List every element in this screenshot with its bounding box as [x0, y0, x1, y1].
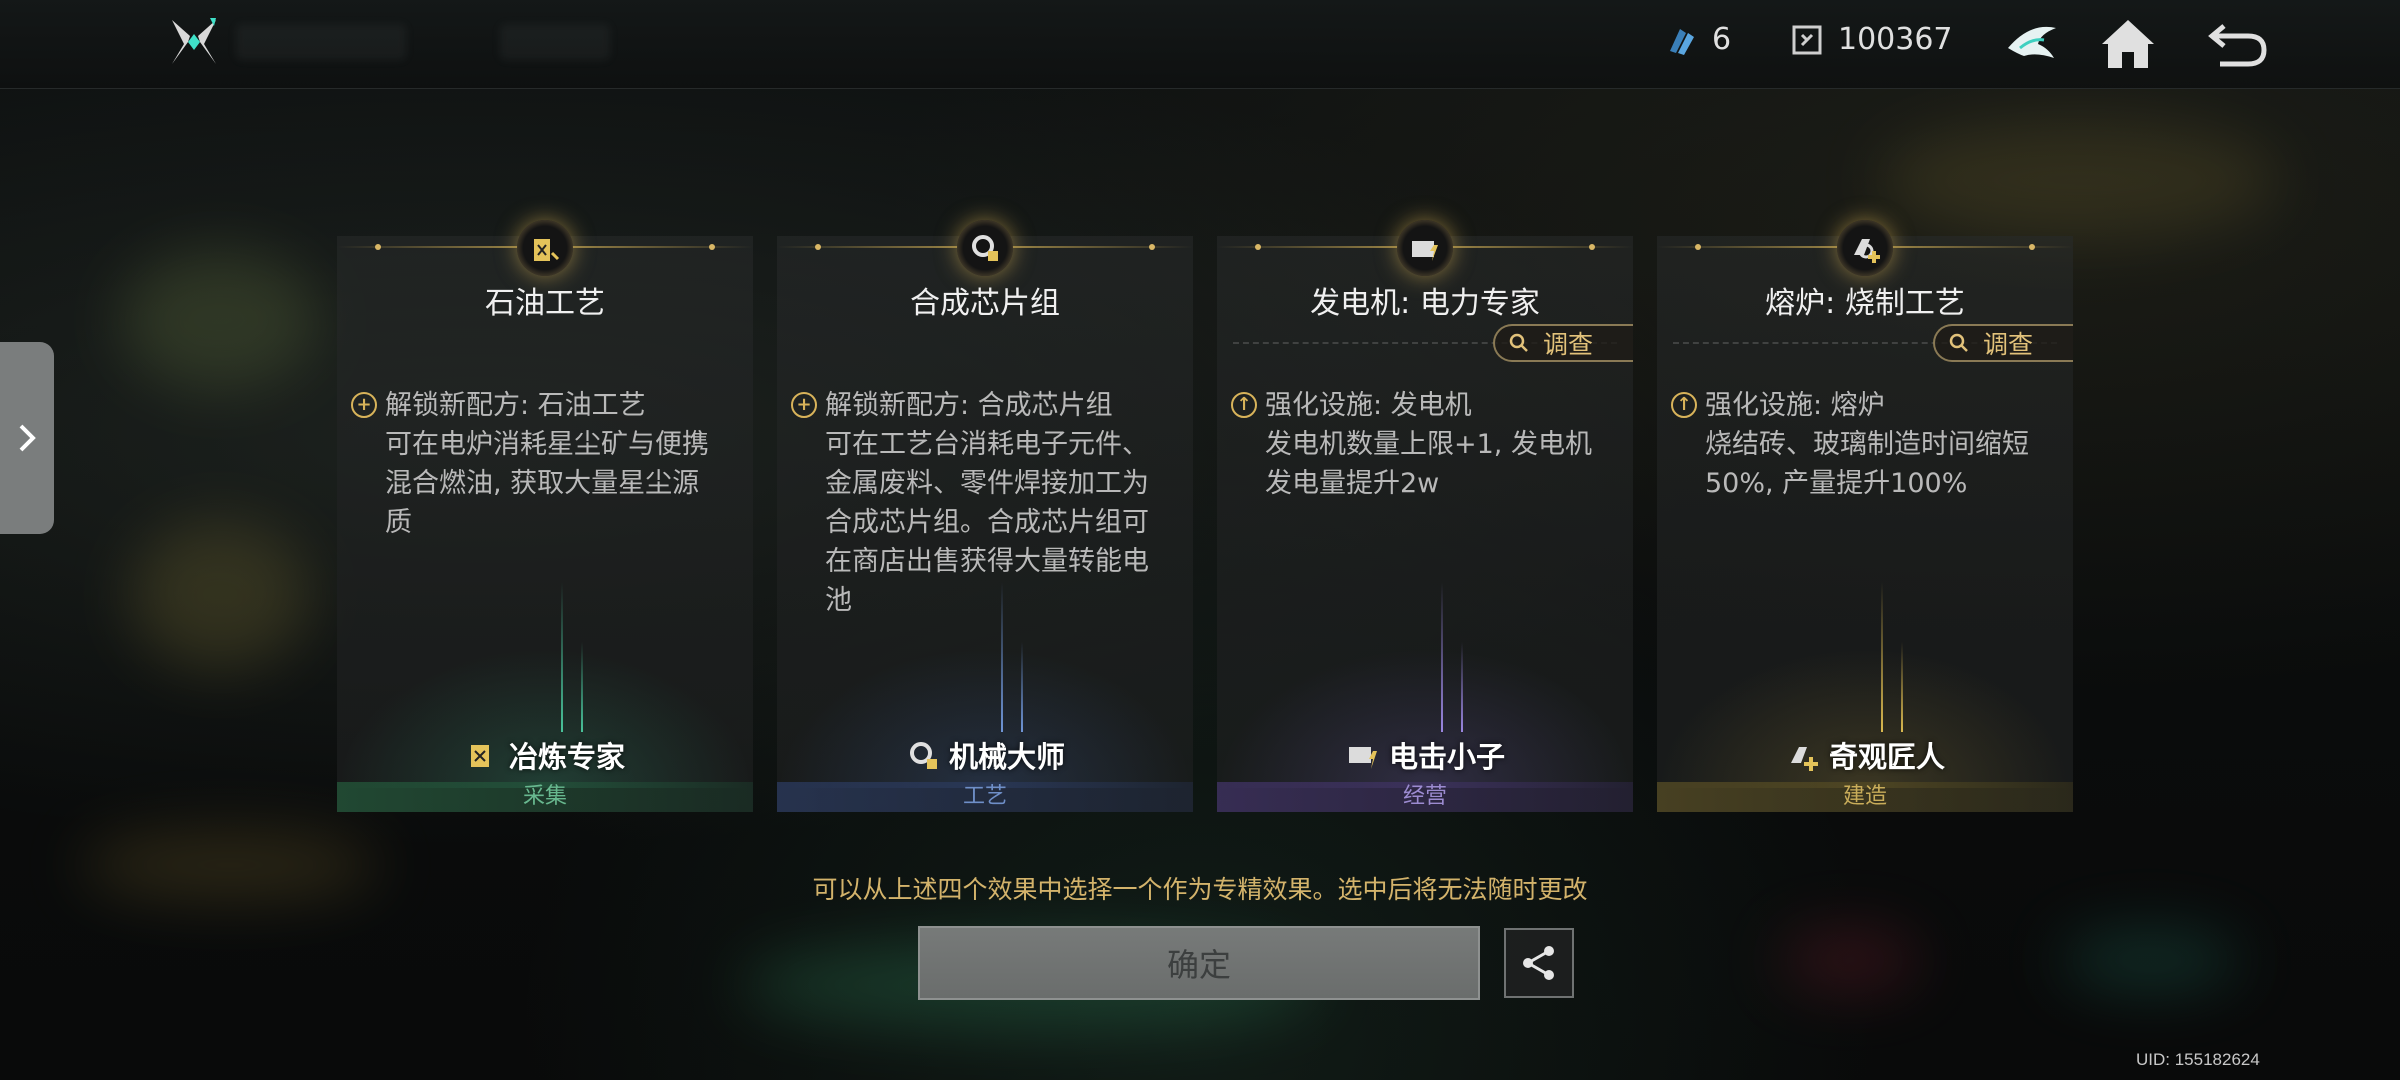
role-name: 电击小子 — [1388, 740, 1505, 774]
card-beam — [581, 642, 583, 732]
desc-line: 合成芯片组。合成芯片组可 — [825, 507, 1149, 538]
search-icon — [1949, 333, 1968, 352]
share-icon — [1523, 946, 1554, 980]
selection-hint: 可以从上述四个效果中选择一个作为专精效果。选中后将无法随时更改 — [812, 875, 1588, 904]
top-bar: 6 100367 — [0, 0, 2400, 89]
role-name: 机械大师 — [948, 740, 1065, 774]
plus-circle-icon: + — [351, 392, 377, 418]
category-label: 建造 — [1657, 782, 2073, 812]
card-title: 发电机: 电力专家 — [1310, 286, 1540, 321]
gear-chip-icon — [972, 235, 998, 261]
investigate-label: 调查 — [1983, 330, 2034, 359]
card-beam — [1441, 582, 1443, 732]
desc-line: 在商店出售获得大量转能电 — [825, 546, 1149, 577]
electric-icon — [1348, 747, 1377, 769]
builder-icon — [1790, 747, 1818, 771]
oil-barrel-icon — [534, 239, 560, 261]
oil-emblem — [517, 220, 573, 276]
user-id: UID: 155182624 — [2136, 1050, 2260, 1069]
background-blur — [120, 250, 320, 390]
investigate-button[interactable]: 调查 — [1933, 324, 2073, 362]
card-role: 冶炼专家 — [337, 734, 753, 776]
currency-count: 100367 — [1838, 22, 1953, 57]
currency-counter[interactable]: 100367 — [1790, 22, 1953, 57]
share-button[interactable] — [1504, 928, 1574, 998]
specialization-card-oil[interactable]: 石油工艺 + 解锁新配方: 石油工艺 可在电炉消耗星尘矿与便携 混合燃油, 获取… — [337, 220, 753, 812]
side-panel-toggle[interactable] — [0, 342, 54, 534]
background-blur — [1880, 120, 2280, 240]
desc-line: 解锁新配方: 合成芯片组 — [825, 390, 1113, 421]
investigate-label: 调查 — [1543, 330, 1594, 359]
desc-line: 50%, 产量提升100% — [1705, 468, 1968, 499]
investigate-button[interactable]: 调查 — [1493, 324, 1633, 362]
card-title: 熔炉: 烧制工艺 — [1765, 286, 1965, 321]
role-name: 奇观匠人 — [1828, 740, 1945, 774]
desc-line: 金属废料、零件焊接加工为 — [825, 468, 1149, 499]
category-label: 经营 — [1217, 782, 1633, 812]
card-beam — [1021, 642, 1023, 732]
card-beam — [1881, 582, 1883, 732]
desc-line: 混合燃油, 获取大量星尘源 — [385, 468, 700, 499]
arrow-up-circle-icon: ↑ — [1231, 392, 1257, 418]
specialization-card-furnace[interactable]: 熔炉: 烧制工艺 调查 ↑ 强化设施: 熔炉 烧结砖、玻璃制造时间缩短 50%,… — [1657, 220, 2073, 812]
confirm-button[interactable]: 确定 — [918, 926, 1480, 1000]
smelter-icon — [470, 745, 489, 767]
card-beam — [561, 582, 563, 732]
card-description: + 解锁新配方: 合成芯片组 可在工艺台消耗电子元件、 金属废料、零件焊接加工为… — [791, 386, 1177, 620]
plus-circle-icon: + — [791, 392, 817, 418]
card-title: 合成芯片组 — [910, 286, 1060, 321]
chevron-right-icon — [19, 424, 36, 452]
arrow-up-circle-icon: ↑ — [1671, 392, 1697, 418]
background-blur — [2060, 930, 2240, 990]
card-beam — [1461, 642, 1463, 732]
card-role: 机械大师 — [777, 734, 1193, 776]
card-description: ↑ 强化设施: 熔炉 烧结砖、玻璃制造时间缩短 50%, 产量提升100% — [1671, 386, 2057, 503]
specialization-card-chipset[interactable]: 合成芯片组 + 解锁新配方: 合成芯片组 可在工艺台消耗电子元件、 金属废料、零… — [777, 220, 1193, 812]
top-subtitle-blur — [500, 24, 610, 60]
card-description: ↑ 强化设施: 发电机 发电机数量上限+1, 发电机 发电量提升2w — [1231, 386, 1617, 503]
generator-emblem — [1397, 220, 1453, 276]
category-label: 工艺 — [777, 782, 1193, 812]
card-title: 石油工艺 — [485, 286, 605, 321]
crystal-icon — [1670, 28, 1694, 55]
category-label: 采集 — [337, 782, 753, 812]
currency-icon — [1792, 25, 1822, 54]
bird-emblem-icon[interactable] — [2000, 14, 2064, 74]
top-title-blur — [236, 24, 406, 60]
generator-icon — [1412, 241, 1438, 261]
chipset-emblem — [957, 220, 1013, 276]
background-blur — [130, 520, 310, 670]
card-role: 奇观匠人 — [1657, 734, 2073, 776]
logo-icon — [172, 18, 216, 64]
crystal-count: 6 — [1712, 22, 1732, 57]
search-icon — [1509, 333, 1528, 352]
back-icon[interactable] — [2206, 14, 2270, 74]
desc-line: 质 — [385, 507, 412, 538]
background-blur — [1780, 930, 1920, 990]
desc-line: 强化设施: 熔炉 — [1705, 390, 1885, 421]
role-name: 冶炼专家 — [508, 740, 625, 774]
desc-line: 可在工艺台消耗电子元件、 — [825, 429, 1149, 460]
mechanic-icon — [909, 742, 937, 769]
card-beam — [1901, 642, 1903, 732]
desc-line: 发电机数量上限+1, 发电机 — [1265, 429, 1592, 460]
home-icon[interactable] — [2096, 14, 2160, 74]
desc-line: 可在电炉消耗星尘矿与便携 — [385, 429, 709, 460]
confirm-label: 确定 — [1166, 946, 1231, 984]
specialization-card-generator[interactable]: 发电机: 电力专家 调查 ↑ 强化设施: 发电机 发电机数量上限+1, 发电机 … — [1217, 220, 1633, 812]
card-role: 电击小子 — [1217, 734, 1633, 776]
card-description: + 解锁新配方: 石油工艺 可在电炉消耗星尘矿与便携 混合燃油, 获取大量星尘源… — [351, 386, 737, 542]
desc-line: 强化设施: 发电机 — [1265, 390, 1472, 421]
desc-line: 烧结砖、玻璃制造时间缩短 — [1705, 429, 2029, 460]
furnace-emblem — [1837, 220, 1893, 276]
desc-line: 发电量提升2w — [1265, 468, 1440, 499]
furnace-icon — [1854, 239, 1880, 263]
crystal-counter[interactable]: 6 — [1664, 22, 1731, 57]
desc-line: 池 — [825, 585, 852, 616]
desc-line: 解锁新配方: 石油工艺 — [385, 390, 646, 421]
card-beam — [1001, 582, 1003, 732]
specialization-screen: 6 100367 石油工艺 + 解锁新配方: 石油工艺 可在电炉消耗星尘矿与便携… — [0, 0, 2400, 1080]
